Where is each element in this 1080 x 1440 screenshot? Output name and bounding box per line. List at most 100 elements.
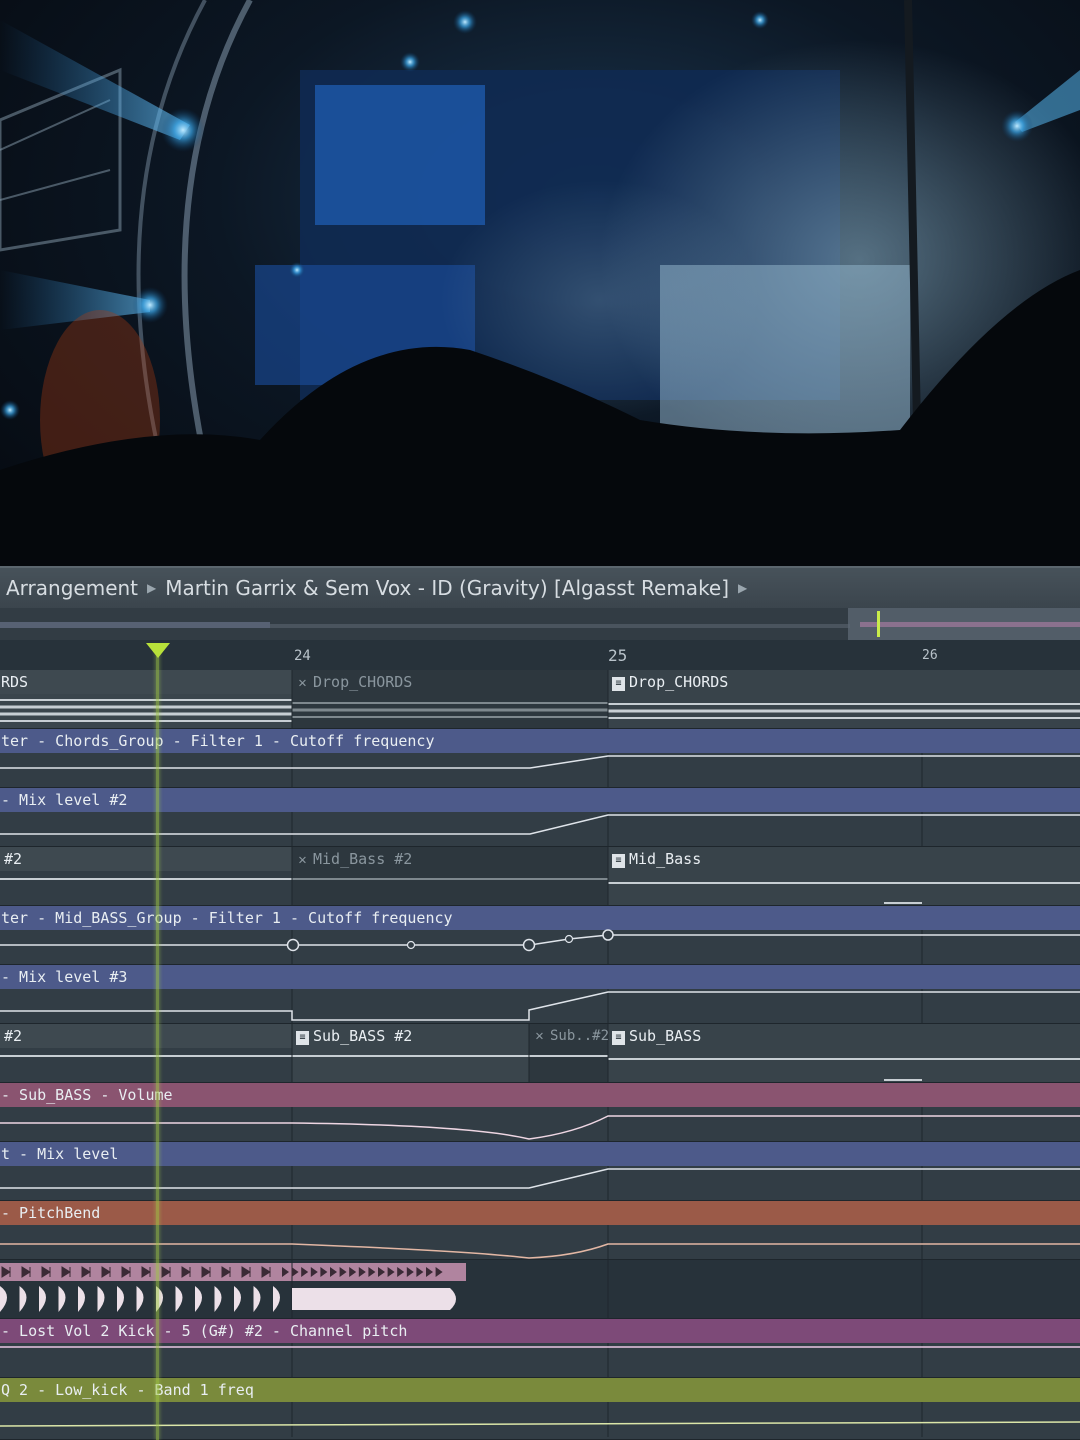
- note-icon: [368, 1267, 376, 1277]
- x-icon: ✕: [298, 852, 307, 868]
- automation-point[interactable]: [522, 938, 536, 952]
- note-icon: [310, 1267, 318, 1277]
- note-icon: [378, 1267, 385, 1277]
- chevron-right-icon: ▶: [147, 581, 157, 595]
- x-icon: ✕: [298, 675, 307, 691]
- wave-shape: [19, 1286, 27, 1312]
- track-label: - Sub_BASS - Volume: [1, 1086, 173, 1104]
- clip-sub-bass-2[interactable]: ≡ Sub_BASS #2: [296, 1024, 412, 1048]
- wave-shape: [234, 1286, 241, 1312]
- note-icon: [320, 1267, 328, 1277]
- track-label: - PitchBend: [1, 1204, 101, 1222]
- note-icon: [339, 1267, 347, 1277]
- pattern-icon: ≡: [296, 1031, 309, 1045]
- wave-shape: [253, 1286, 261, 1312]
- wave-shape: [136, 1286, 144, 1312]
- track-label: ter - Mid_BASS_Group - Filter 1 - Cutoff…: [1, 909, 453, 927]
- track-label: - Lost Vol 2 Kick - 5 (G#) #2 - Channel …: [1, 1322, 408, 1340]
- wave-shape: [214, 1286, 222, 1312]
- track-label: - Mix level #3: [1, 968, 128, 986]
- wave-shape: [0, 1286, 7, 1312]
- wave-shape: [195, 1286, 202, 1312]
- chevron-right-icon[interactable]: ▶: [738, 581, 747, 595]
- note-icon: [181, 1266, 191, 1278]
- track-label: #2: [4, 850, 23, 868]
- clip-mid-bass[interactable]: ≡ Mid_Bass: [612, 847, 701, 871]
- track-pattern-chords[interactable]: RDS ✕ Drop_CHORDS ≡ Drop_CHORDS: [0, 670, 1080, 729]
- playlist-overview-scrollbar[interactable]: [0, 608, 1080, 641]
- bar-number-24: 24: [294, 648, 311, 664]
- note-icon: [41, 1266, 51, 1278]
- note-icon: [241, 1266, 251, 1278]
- track-automation-kick-channel-pitch[interactable]: - Lost Vol 2 Kick - 5 (G#) #2 - Channel …: [0, 1319, 1080, 1378]
- automation-tension-handle[interactable]: [406, 940, 416, 950]
- note-icon: [1, 1266, 11, 1278]
- track-label: - Mix level #2: [1, 791, 128, 809]
- note-icon: [387, 1267, 395, 1277]
- pattern-icon: ≡: [612, 677, 625, 691]
- track-automation-low-kick-band-freq[interactable]: Q 2 - Low_kick - Band 1 freq: [0, 1378, 1080, 1440]
- note-icon: [330, 1267, 337, 1277]
- bar-number-25: 25: [608, 646, 628, 665]
- wave-shape: [39, 1286, 46, 1312]
- track-pattern-kick-notes[interactable]: [0, 1260, 1080, 1319]
- note-icon: [61, 1266, 71, 1278]
- concert-stage-image: [0, 0, 1080, 566]
- clip-sub-bass[interactable]: ≡ Sub_BASS: [612, 1024, 701, 1048]
- track-automation-pitchbend[interactable]: - PitchBend: [0, 1201, 1080, 1260]
- x-icon: ✕: [535, 1028, 544, 1044]
- note-icon: [426, 1267, 433, 1277]
- clip-drop-chords-muted[interactable]: ✕ Drop_CHORDS: [296, 670, 412, 694]
- wave-shape: [175, 1286, 183, 1312]
- note-icon: [101, 1266, 111, 1278]
- pattern-icon: ≡: [612, 1031, 625, 1045]
- track-automation-mix-level-3[interactable]: - Mix level #3: [0, 965, 1080, 1024]
- automation-point[interactable]: [602, 929, 614, 941]
- kick-note-row: [1, 1266, 443, 1278]
- note-icon: [261, 1266, 271, 1278]
- video-frame: [0, 0, 1080, 566]
- note-icon: [416, 1267, 424, 1277]
- track-pattern-sub-bass[interactable]: #2 ≡ Sub_BASS #2 ✕ Sub..#2 ≡ Sub_BASS: [0, 1024, 1080, 1083]
- track-automation-chords-cutoff[interactable]: ter - Chords_Group - Filter 1 - Cutoff f…: [0, 729, 1080, 788]
- automation-tension-handle[interactable]: [564, 934, 574, 944]
- note-icon: [358, 1267, 366, 1277]
- clip-drop-chords[interactable]: ≡ Drop_CHORDS: [612, 670, 728, 694]
- kick-waveform: [0, 1286, 456, 1312]
- wave-shape: [273, 1286, 280, 1312]
- note-icon: [291, 1267, 299, 1277]
- track-automation-mix-level-2[interactable]: - Mix level #2: [0, 788, 1080, 847]
- track-automation-mix-level[interactable]: t - Mix level: [0, 1142, 1080, 1201]
- breadcrumb-item-arrangement[interactable]: Arrangement: [0, 576, 138, 600]
- note-icon: [161, 1266, 171, 1278]
- track-label: ter - Chords_Group - Filter 1 - Cutoff f…: [1, 732, 435, 750]
- playlist-tracks[interactable]: RDS ✕ Drop_CHORDS ≡ Drop_CHORDS ter - Chor…: [0, 670, 1080, 1440]
- automation-point[interactable]: [286, 938, 300, 952]
- wave-shape: [78, 1286, 85, 1312]
- clip-sub-2-muted[interactable]: ✕ Sub..#2: [533, 1024, 609, 1048]
- note-icon: [201, 1266, 211, 1278]
- note-icon: [435, 1267, 443, 1277]
- wave-shape: [58, 1286, 66, 1312]
- wave-shape: [117, 1286, 124, 1312]
- note-icon: [301, 1267, 309, 1277]
- note-icon: [349, 1267, 357, 1277]
- playhead-marker[interactable]: [146, 643, 170, 658]
- track-label: RDS: [1, 673, 29, 691]
- clip-mid-bass-2-muted[interactable]: ✕ Mid_Bass #2: [296, 847, 412, 871]
- track-automation-mid-bass-cutoff[interactable]: ter - Mid_BASS_Group - Filter 1 - Cutoff…: [0, 906, 1080, 965]
- playhead-line: [156, 650, 159, 1440]
- bar-number-26: 26: [922, 648, 938, 663]
- track-label: Q 2 - Low_kick - Band 1 freq: [1, 1381, 254, 1399]
- track-pattern-mid-bass[interactable]: #2 ✕ Mid_Bass #2 ≡ Mid_Bass: [0, 847, 1080, 906]
- note-icon: [406, 1267, 414, 1277]
- note-icon: [141, 1266, 151, 1278]
- track-automation-sub-bass-volume[interactable]: - Sub_BASS - Volume: [0, 1083, 1080, 1142]
- breadcrumb-item-project[interactable]: Martin Garrix & Sem Vox - ID (Gravity) […: [165, 576, 729, 600]
- wave-shape: [292, 1288, 456, 1310]
- note-icon: [282, 1267, 289, 1277]
- wave-shape: [97, 1286, 105, 1312]
- note-icon: [81, 1266, 91, 1278]
- note-icon: [121, 1266, 131, 1278]
- note-icon: [397, 1267, 405, 1277]
